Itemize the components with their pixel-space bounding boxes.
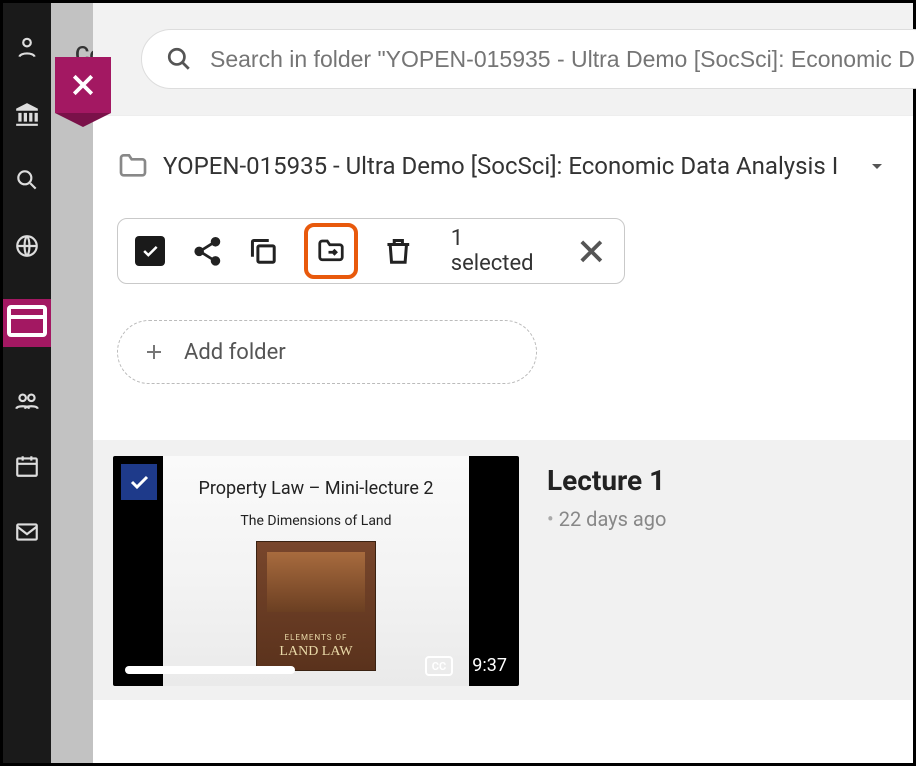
slide-subtitle: The Dimensions of Land <box>240 513 391 529</box>
move-to-folder-icon <box>316 236 346 266</box>
calendar-icon[interactable] <box>14 453 40 479</box>
trash-icon <box>382 235 415 268</box>
folder-title: YOPEN-015935 - Ultra Demo [SocSci]: Econ… <box>163 152 851 180</box>
select-all-button[interactable] <box>134 234 167 268</box>
plus-icon <box>142 340 166 364</box>
check-icon <box>127 470 151 494</box>
book-cover: ELEMENTS OF LAND LAW <box>256 541 376 671</box>
copy-icon <box>247 235 280 268</box>
search-nav-icon[interactable] <box>14 167 40 193</box>
copy-button[interactable] <box>247 234 280 268</box>
close-icon <box>68 70 98 100</box>
main-panel: YOPEN-015935 - Ultra Demo [SocSci]: Econ… <box>93 3 913 763</box>
video-checkbox[interactable] <box>121 464 157 500</box>
left-nav-rail <box>3 3 51 763</box>
video-duration: 9:37 <box>472 655 507 676</box>
video-progress-bar[interactable] <box>125 666 295 674</box>
selection-action-bar: 1 selected <box>117 218 625 284</box>
selection-count: 1 selected <box>451 226 548 276</box>
folder-icon <box>117 150 149 182</box>
book-line1: ELEMENTS OF <box>285 633 348 642</box>
slide-title: Property Law – Mini-lecture 2 <box>199 478 434 499</box>
video-timestamp: 22 days ago <box>547 507 666 531</box>
profile-icon[interactable] <box>14 35 40 61</box>
close-panel-button[interactable] <box>55 57 111 113</box>
video-item-row[interactable]: Property Law – Mini-lecture 2 The Dimens… <box>93 440 913 700</box>
share-button[interactable] <box>191 234 224 268</box>
close-icon <box>575 235 608 268</box>
closed-captions-badge: CC <box>425 656 453 676</box>
courses-icon[interactable] <box>3 299 51 347</box>
checkbox-checked-icon <box>135 236 165 266</box>
search-icon <box>166 46 192 72</box>
search-field[interactable] <box>141 29 916 89</box>
video-title[interactable]: Lecture 1 <box>547 464 666 497</box>
groups-icon[interactable] <box>14 387 40 413</box>
book-line2: LAND LAW <box>279 644 352 660</box>
messages-icon[interactable] <box>14 519 40 545</box>
globe-icon[interactable] <box>14 233 40 259</box>
delete-button[interactable] <box>382 234 415 268</box>
add-folder-label: Add folder <box>184 340 286 365</box>
video-thumbnail[interactable]: Property Law – Mini-lecture 2 The Dimens… <box>113 456 519 686</box>
video-metadata: Lecture 1 22 days ago <box>519 440 666 700</box>
institution-icon[interactable] <box>14 101 40 127</box>
share-icon <box>191 235 224 268</box>
breadcrumb: YOPEN-015935 - Ultra Demo [SocSci]: Econ… <box>93 116 913 194</box>
search-input[interactable] <box>210 46 916 73</box>
search-header <box>93 3 913 116</box>
add-folder-button[interactable]: Add folder <box>117 320 537 384</box>
clear-selection-button[interactable] <box>575 234 608 268</box>
move-button[interactable] <box>304 223 358 279</box>
chevron-down-icon[interactable] <box>865 154 889 178</box>
slide-preview: Property Law – Mini-lecture 2 The Dimens… <box>163 456 469 686</box>
